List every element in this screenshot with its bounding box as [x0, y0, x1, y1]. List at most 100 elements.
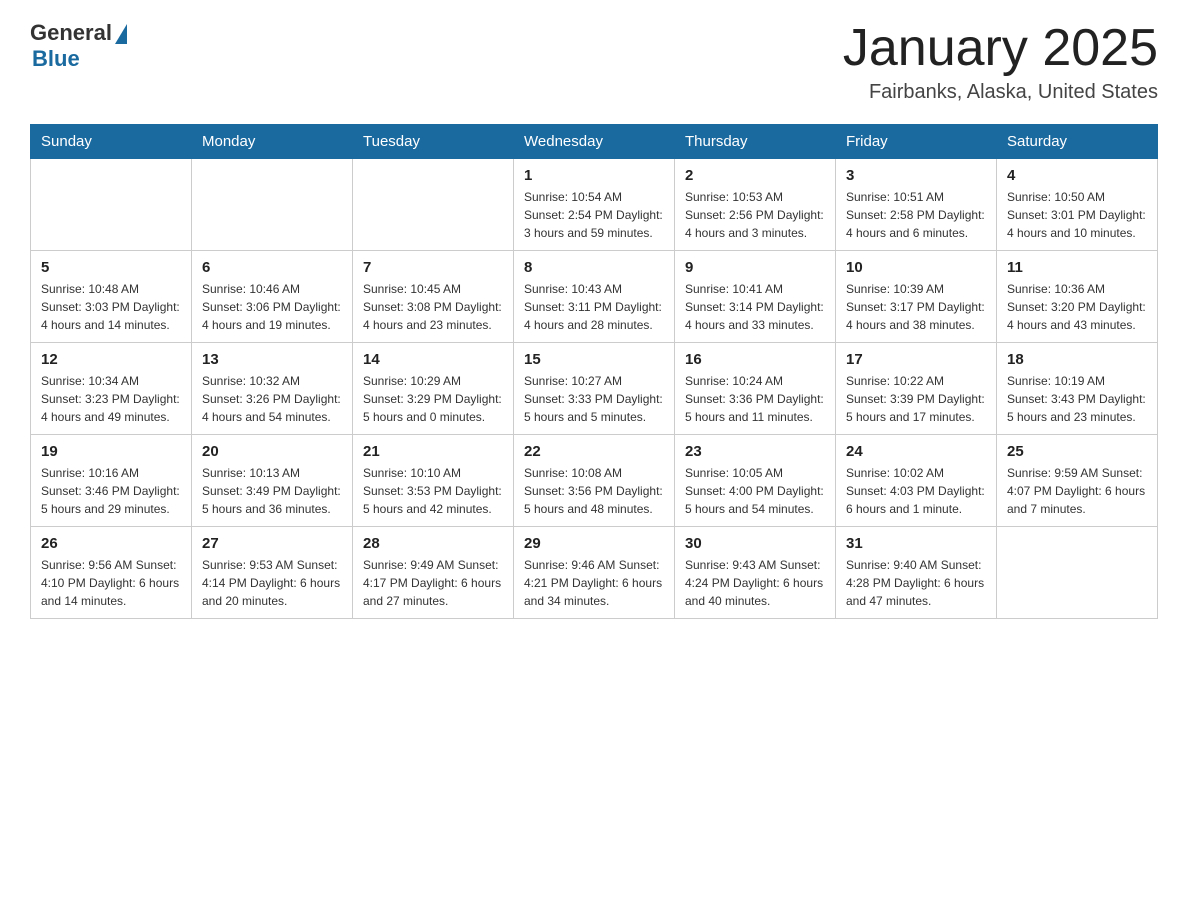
day-info: Sunrise: 10:16 AM Sunset: 3:46 PM Daylig… [41, 464, 181, 518]
day-number: 19 [41, 443, 181, 460]
calendar-cell: 24 Sunrise: 10:02 AM Sunset: 4:03 PM Dayl… [836, 435, 997, 527]
day-info: Sunrise: 10:41 AM Sunset: 3:14 PM Daylig… [685, 280, 825, 334]
day-number: 21 [363, 443, 503, 460]
day-info: Sunrise: 9:43 AM Sunset: 4:24 PM Dayligh… [685, 556, 825, 610]
day-number: 11 [1007, 259, 1147, 276]
day-number: 25 [1007, 443, 1147, 460]
day-number: 30 [685, 535, 825, 552]
day-info: Sunrise: 9:53 AM Sunset: 4:14 PM Dayligh… [202, 556, 342, 610]
calendar-cell: 13 Sunrise: 10:32 AM Sunset: 3:26 PM Dayl… [192, 343, 353, 435]
calendar-week-row: 5 Sunrise: 10:48 AM Sunset: 3:03 PM Dayli… [31, 251, 1158, 343]
calendar-cell: 2 Sunrise: 10:53 AM Sunset: 2:56 PM Dayli… [675, 159, 836, 251]
day-info: Sunrise: 10:32 AM Sunset: 3:26 PM Daylig… [202, 372, 342, 426]
calendar-week-row: 1 Sunrise: 10:54 AM Sunset: 2:54 PM Dayli… [31, 159, 1158, 251]
day-info: Sunrise: 10:22 AM Sunset: 3:39 PM Daylig… [846, 372, 986, 426]
day-info: Sunrise: 10:10 AM Sunset: 3:53 PM Daylig… [363, 464, 503, 518]
weekday-header-sunday: Sunday [31, 125, 192, 159]
day-number: 15 [524, 351, 664, 368]
day-info: Sunrise: 10:02 AM Sunset: 4:03 PM Daylig… [846, 464, 986, 518]
calendar-body: 1 Sunrise: 10:54 AM Sunset: 2:54 PM Dayli… [31, 159, 1158, 619]
day-number: 26 [41, 535, 181, 552]
calendar-header: SundayMondayTuesdayWednesdayThursdayFrid… [31, 125, 1158, 159]
calendar-cell: 27 Sunrise: 9:53 AM Sunset: 4:14 PM Dayli… [192, 527, 353, 619]
calendar-cell: 26 Sunrise: 9:56 AM Sunset: 4:10 PM Dayli… [31, 527, 192, 619]
day-info: Sunrise: 9:40 AM Sunset: 4:28 PM Dayligh… [846, 556, 986, 610]
calendar-cell: 14 Sunrise: 10:29 AM Sunset: 3:29 PM Dayl… [353, 343, 514, 435]
logo-triangle-icon [115, 24, 127, 44]
day-info: Sunrise: 10:19 AM Sunset: 3:43 PM Daylig… [1007, 372, 1147, 426]
day-info: Sunrise: 9:46 AM Sunset: 4:21 PM Dayligh… [524, 556, 664, 610]
day-number: 14 [363, 351, 503, 368]
day-info: Sunrise: 10:08 AM Sunset: 3:56 PM Daylig… [524, 464, 664, 518]
calendar-cell: 10 Sunrise: 10:39 AM Sunset: 3:17 PM Dayl… [836, 251, 997, 343]
day-info: Sunrise: 9:56 AM Sunset: 4:10 PM Dayligh… [41, 556, 181, 610]
day-number: 13 [202, 351, 342, 368]
weekday-header-saturday: Saturday [997, 125, 1158, 159]
calendar-cell [31, 159, 192, 251]
calendar-cell [192, 159, 353, 251]
calendar-cell: 1 Sunrise: 10:54 AM Sunset: 2:54 PM Dayli… [514, 159, 675, 251]
day-number: 7 [363, 259, 503, 276]
calendar-cell [353, 159, 514, 251]
day-info: Sunrise: 10:48 AM Sunset: 3:03 PM Daylig… [41, 280, 181, 334]
day-info: Sunrise: 10:46 AM Sunset: 3:06 PM Daylig… [202, 280, 342, 334]
calendar-cell: 5 Sunrise: 10:48 AM Sunset: 3:03 PM Dayli… [31, 251, 192, 343]
day-info: Sunrise: 10:43 AM Sunset: 3:11 PM Daylig… [524, 280, 664, 334]
calendar-cell: 29 Sunrise: 9:46 AM Sunset: 4:21 PM Dayli… [514, 527, 675, 619]
day-number: 8 [524, 259, 664, 276]
day-info: Sunrise: 10:29 AM Sunset: 3:29 PM Daylig… [363, 372, 503, 426]
day-number: 31 [846, 535, 986, 552]
day-number: 28 [363, 535, 503, 552]
weekday-header-row: SundayMondayTuesdayWednesdayThursdayFrid… [31, 125, 1158, 159]
location-subtitle: Fairbanks, Alaska, United States [843, 81, 1158, 104]
weekday-header-friday: Friday [836, 125, 997, 159]
weekday-header-wednesday: Wednesday [514, 125, 675, 159]
day-info: Sunrise: 10:24 AM Sunset: 3:36 PM Daylig… [685, 372, 825, 426]
calendar-cell: 18 Sunrise: 10:19 AM Sunset: 3:43 PM Dayl… [997, 343, 1158, 435]
day-info: Sunrise: 10:45 AM Sunset: 3:08 PM Daylig… [363, 280, 503, 334]
calendar-cell: 28 Sunrise: 9:49 AM Sunset: 4:17 PM Dayli… [353, 527, 514, 619]
calendar-cell: 25Sunrise: 9:59 AM Sunset: 4:07 PM Dayli… [997, 435, 1158, 527]
day-info: Sunrise: 10:53 AM Sunset: 2:56 PM Daylig… [685, 188, 825, 242]
logo-general-text: General [30, 20, 112, 46]
day-number: 2 [685, 167, 825, 184]
calendar-cell: 12Sunrise: 10:34 AM Sunset: 3:23 PM Dayl… [31, 343, 192, 435]
day-info: Sunrise: 10:39 AM Sunset: 3:17 PM Daylig… [846, 280, 986, 334]
calendar-cell: 15Sunrise: 10:27 AM Sunset: 3:33 PM Dayl… [514, 343, 675, 435]
calendar-cell: 8 Sunrise: 10:43 AM Sunset: 3:11 PM Dayli… [514, 251, 675, 343]
day-info: Sunrise: 10:51 AM Sunset: 2:58 PM Daylig… [846, 188, 986, 242]
page-header: General Blue January 2025 Fairbanks, Ala… [30, 20, 1158, 104]
calendar-cell: 20Sunrise: 10:13 AM Sunset: 3:49 PM Dayl… [192, 435, 353, 527]
calendar-title: January 2025 [843, 20, 1158, 77]
calendar-cell: 31 Sunrise: 9:40 AM Sunset: 4:28 PM Dayli… [836, 527, 997, 619]
calendar-cell: 30 Sunrise: 9:43 AM Sunset: 4:24 PM Dayli… [675, 527, 836, 619]
calendar-cell: 6 Sunrise: 10:46 AM Sunset: 3:06 PM Dayli… [192, 251, 353, 343]
day-info: Sunrise: 10:54 AM Sunset: 2:54 PM Daylig… [524, 188, 664, 242]
day-number: 24 [846, 443, 986, 460]
calendar-cell: 19 Sunrise: 10:16 AM Sunset: 3:46 PM Dayl… [31, 435, 192, 527]
calendar-cell: 3 Sunrise: 10:51 AM Sunset: 2:58 PM Dayli… [836, 159, 997, 251]
calendar-cell: 23Sunrise: 10:05 AM Sunset: 4:00 PM Dayl… [675, 435, 836, 527]
day-number: 1 [524, 167, 664, 184]
day-number: 9 [685, 259, 825, 276]
day-number: 3 [846, 167, 986, 184]
day-number: 27 [202, 535, 342, 552]
day-info: Sunrise: 10:50 AM Sunset: 3:01 PM Daylig… [1007, 188, 1147, 242]
day-number: 10 [846, 259, 986, 276]
calendar-week-row: 12Sunrise: 10:34 AM Sunset: 3:23 PM Dayl… [31, 343, 1158, 435]
day-info: Sunrise: 9:49 AM Sunset: 4:17 PM Dayligh… [363, 556, 503, 610]
weekday-header-tuesday: Tuesday [353, 125, 514, 159]
calendar-cell [997, 527, 1158, 619]
day-number: 29 [524, 535, 664, 552]
calendar-cell: 21 Sunrise: 10:10 AM Sunset: 3:53 PM Dayl… [353, 435, 514, 527]
day-number: 22 [524, 443, 664, 460]
day-number: 18 [1007, 351, 1147, 368]
calendar-week-row: 26 Sunrise: 9:56 AM Sunset: 4:10 PM Dayli… [31, 527, 1158, 619]
calendar-table: SundayMondayTuesdayWednesdayThursdayFrid… [30, 124, 1158, 619]
calendar-cell: 9 Sunrise: 10:41 AM Sunset: 3:14 PM Dayli… [675, 251, 836, 343]
day-number: 6 [202, 259, 342, 276]
calendar-cell: 16Sunrise: 10:24 AM Sunset: 3:36 PM Dayl… [675, 343, 836, 435]
day-number: 5 [41, 259, 181, 276]
day-number: 23 [685, 443, 825, 460]
day-number: 20 [202, 443, 342, 460]
